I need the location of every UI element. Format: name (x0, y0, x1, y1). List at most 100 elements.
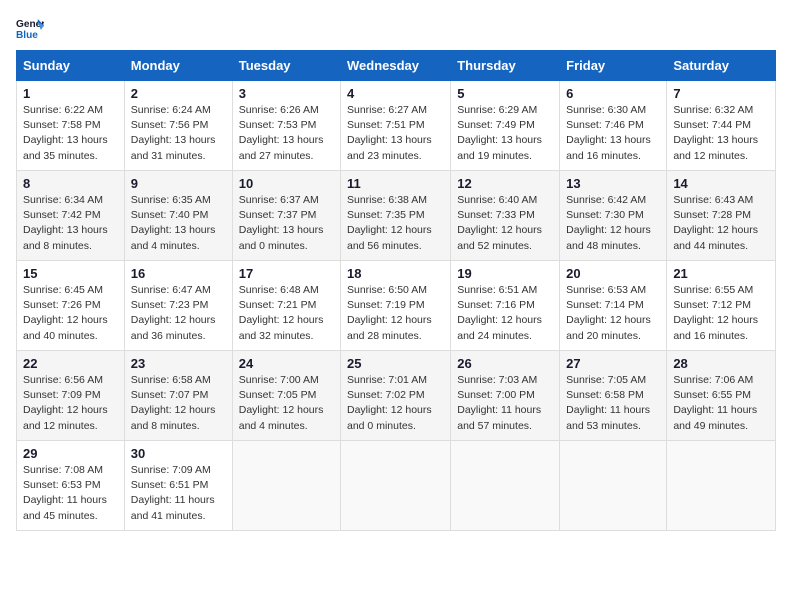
day-number: 13 (566, 176, 660, 191)
calendar-cell: 9 Sunrise: 6:35 AMSunset: 7:40 PMDayligh… (124, 171, 232, 261)
day-info: Sunrise: 6:47 AMSunset: 7:23 PMDaylight:… (131, 284, 216, 342)
header-saturday: Saturday (667, 51, 776, 81)
day-number: 10 (239, 176, 334, 191)
calendar-cell: 26 Sunrise: 7:03 AMSunset: 7:00 PMDaylig… (451, 351, 560, 441)
calendar-cell: 30 Sunrise: 7:09 AMSunset: 6:51 PMDaylig… (124, 441, 232, 531)
calendar-cell: 7 Sunrise: 6:32 AMSunset: 7:44 PMDayligh… (667, 81, 776, 171)
calendar-cell: 22 Sunrise: 6:56 AMSunset: 7:09 PMDaylig… (17, 351, 125, 441)
day-info: Sunrise: 6:40 AMSunset: 7:33 PMDaylight:… (457, 194, 542, 252)
day-number: 1 (23, 86, 118, 101)
calendar-cell: 21 Sunrise: 6:55 AMSunset: 7:12 PMDaylig… (667, 261, 776, 351)
day-number: 16 (131, 266, 226, 281)
day-number: 27 (566, 356, 660, 371)
day-number: 21 (673, 266, 769, 281)
calendar-header-row: SundayMondayTuesdayWednesdayThursdayFrid… (17, 51, 776, 81)
day-number: 25 (347, 356, 444, 371)
calendar-cell: 13 Sunrise: 6:42 AMSunset: 7:30 PMDaylig… (560, 171, 667, 261)
day-number: 11 (347, 176, 444, 191)
calendar-cell: 20 Sunrise: 6:53 AMSunset: 7:14 PMDaylig… (560, 261, 667, 351)
day-info: Sunrise: 6:56 AMSunset: 7:09 PMDaylight:… (23, 374, 108, 432)
calendar-cell: 29 Sunrise: 7:08 AMSunset: 6:53 PMDaylig… (17, 441, 125, 531)
calendar-cell: 27 Sunrise: 7:05 AMSunset: 6:58 PMDaylig… (560, 351, 667, 441)
day-number: 26 (457, 356, 553, 371)
week-row-5: 29 Sunrise: 7:08 AMSunset: 6:53 PMDaylig… (17, 441, 776, 531)
logo-icon: General Blue (16, 16, 44, 44)
day-info: Sunrise: 6:29 AMSunset: 7:49 PMDaylight:… (457, 104, 542, 162)
day-number: 8 (23, 176, 118, 191)
calendar-cell: 8 Sunrise: 6:34 AMSunset: 7:42 PMDayligh… (17, 171, 125, 261)
header-monday: Monday (124, 51, 232, 81)
calendar-cell: 5 Sunrise: 6:29 AMSunset: 7:49 PMDayligh… (451, 81, 560, 171)
day-info: Sunrise: 6:53 AMSunset: 7:14 PMDaylight:… (566, 284, 651, 342)
day-info: Sunrise: 7:08 AMSunset: 6:53 PMDaylight:… (23, 464, 107, 522)
header-tuesday: Tuesday (232, 51, 340, 81)
header-friday: Friday (560, 51, 667, 81)
day-info: Sunrise: 6:50 AMSunset: 7:19 PMDaylight:… (347, 284, 432, 342)
calendar-cell: 10 Sunrise: 6:37 AMSunset: 7:37 PMDaylig… (232, 171, 340, 261)
day-info: Sunrise: 7:00 AMSunset: 7:05 PMDaylight:… (239, 374, 324, 432)
calendar-cell: 18 Sunrise: 6:50 AMSunset: 7:19 PMDaylig… (341, 261, 451, 351)
day-info: Sunrise: 6:43 AMSunset: 7:28 PMDaylight:… (673, 194, 758, 252)
day-number: 2 (131, 86, 226, 101)
day-info: Sunrise: 7:01 AMSunset: 7:02 PMDaylight:… (347, 374, 432, 432)
day-info: Sunrise: 6:58 AMSunset: 7:07 PMDaylight:… (131, 374, 216, 432)
day-info: Sunrise: 6:34 AMSunset: 7:42 PMDaylight:… (23, 194, 108, 252)
day-number: 22 (23, 356, 118, 371)
day-number: 6 (566, 86, 660, 101)
calendar-cell: 15 Sunrise: 6:45 AMSunset: 7:26 PMDaylig… (17, 261, 125, 351)
day-info: Sunrise: 6:51 AMSunset: 7:16 PMDaylight:… (457, 284, 542, 342)
calendar-cell: 19 Sunrise: 6:51 AMSunset: 7:16 PMDaylig… (451, 261, 560, 351)
day-info: Sunrise: 6:45 AMSunset: 7:26 PMDaylight:… (23, 284, 108, 342)
calendar-cell: 23 Sunrise: 6:58 AMSunset: 7:07 PMDaylig… (124, 351, 232, 441)
day-info: Sunrise: 7:05 AMSunset: 6:58 PMDaylight:… (566, 374, 650, 432)
calendar-cell: 6 Sunrise: 6:30 AMSunset: 7:46 PMDayligh… (560, 81, 667, 171)
day-number: 23 (131, 356, 226, 371)
week-row-3: 15 Sunrise: 6:45 AMSunset: 7:26 PMDaylig… (17, 261, 776, 351)
calendar-cell: 16 Sunrise: 6:47 AMSunset: 7:23 PMDaylig… (124, 261, 232, 351)
day-number: 5 (457, 86, 553, 101)
calendar-cell: 25 Sunrise: 7:01 AMSunset: 7:02 PMDaylig… (341, 351, 451, 441)
calendar-cell: 17 Sunrise: 6:48 AMSunset: 7:21 PMDaylig… (232, 261, 340, 351)
day-info: Sunrise: 6:48 AMSunset: 7:21 PMDaylight:… (239, 284, 324, 342)
header-sunday: Sunday (17, 51, 125, 81)
day-number: 12 (457, 176, 553, 191)
calendar-cell (232, 441, 340, 531)
calendar-cell: 24 Sunrise: 7:00 AMSunset: 7:05 PMDaylig… (232, 351, 340, 441)
logo: General Blue (16, 16, 46, 44)
week-row-2: 8 Sunrise: 6:34 AMSunset: 7:42 PMDayligh… (17, 171, 776, 261)
calendar-cell: 28 Sunrise: 7:06 AMSunset: 6:55 PMDaylig… (667, 351, 776, 441)
day-info: Sunrise: 6:35 AMSunset: 7:40 PMDaylight:… (131, 194, 216, 252)
day-info: Sunrise: 7:03 AMSunset: 7:00 PMDaylight:… (457, 374, 541, 432)
day-info: Sunrise: 6:30 AMSunset: 7:46 PMDaylight:… (566, 104, 651, 162)
day-number: 30 (131, 446, 226, 461)
day-info: Sunrise: 6:32 AMSunset: 7:44 PMDaylight:… (673, 104, 758, 162)
calendar-cell: 1 Sunrise: 6:22 AMSunset: 7:58 PMDayligh… (17, 81, 125, 171)
day-number: 28 (673, 356, 769, 371)
day-number: 19 (457, 266, 553, 281)
day-number: 17 (239, 266, 334, 281)
calendar-cell (341, 441, 451, 531)
day-info: Sunrise: 7:09 AMSunset: 6:51 PMDaylight:… (131, 464, 215, 522)
header: General Blue (16, 16, 776, 44)
svg-text:Blue: Blue (16, 30, 38, 41)
day-info: Sunrise: 6:42 AMSunset: 7:30 PMDaylight:… (566, 194, 651, 252)
calendar-cell (560, 441, 667, 531)
calendar-table: SundayMondayTuesdayWednesdayThursdayFrid… (16, 50, 776, 531)
day-info: Sunrise: 6:27 AMSunset: 7:51 PMDaylight:… (347, 104, 432, 162)
day-number: 18 (347, 266, 444, 281)
header-wednesday: Wednesday (341, 51, 451, 81)
calendar-cell: 12 Sunrise: 6:40 AMSunset: 7:33 PMDaylig… (451, 171, 560, 261)
day-info: Sunrise: 6:38 AMSunset: 7:35 PMDaylight:… (347, 194, 432, 252)
day-number: 29 (23, 446, 118, 461)
header-thursday: Thursday (451, 51, 560, 81)
calendar-cell (667, 441, 776, 531)
day-number: 20 (566, 266, 660, 281)
day-number: 3 (239, 86, 334, 101)
day-info: Sunrise: 6:22 AMSunset: 7:58 PMDaylight:… (23, 104, 108, 162)
day-number: 14 (673, 176, 769, 191)
calendar-cell: 4 Sunrise: 6:27 AMSunset: 7:51 PMDayligh… (341, 81, 451, 171)
day-info: Sunrise: 6:37 AMSunset: 7:37 PMDaylight:… (239, 194, 324, 252)
day-info: Sunrise: 6:24 AMSunset: 7:56 PMDaylight:… (131, 104, 216, 162)
calendar-cell (451, 441, 560, 531)
week-row-4: 22 Sunrise: 6:56 AMSunset: 7:09 PMDaylig… (17, 351, 776, 441)
